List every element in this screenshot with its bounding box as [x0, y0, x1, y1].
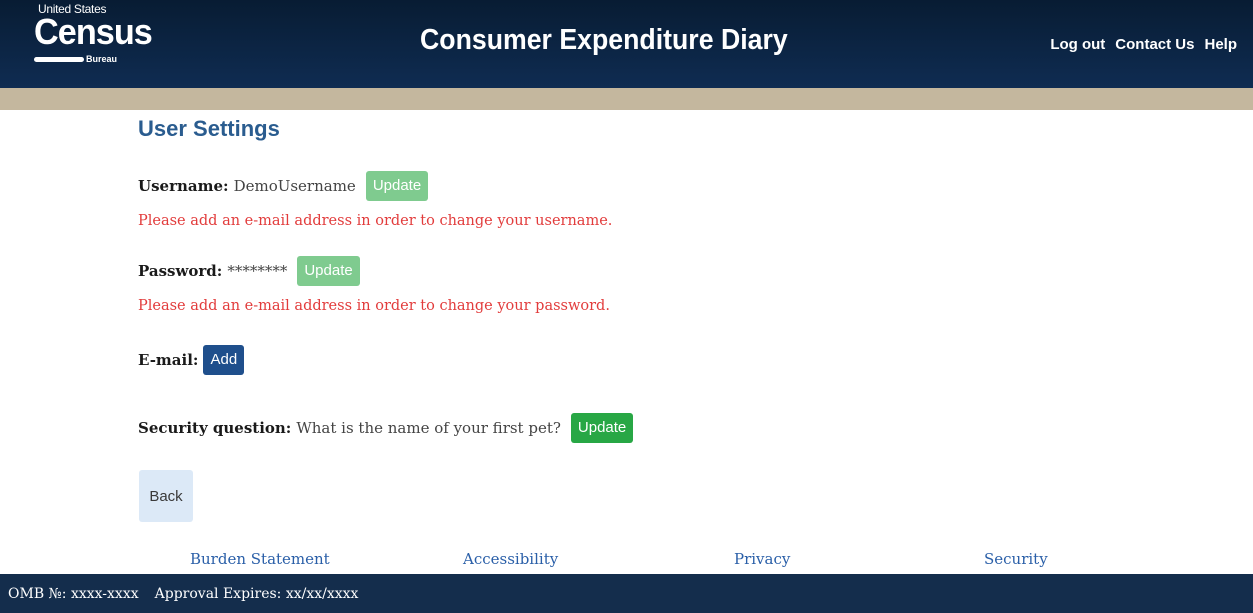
- username-value: DemoUsername: [233, 177, 356, 195]
- help-link[interactable]: Help: [1204, 36, 1237, 53]
- burden-statement-link[interactable]: Burden Statement: [190, 550, 330, 568]
- census-logo[interactable]: United States Census Bureau: [34, 2, 153, 86]
- security-question-value: What is the name of your first pet?: [296, 419, 561, 437]
- username-row: Username: DemoUsername Update: [138, 171, 429, 201]
- header: United States Census Bureau Consumer Exp…: [0, 0, 1253, 88]
- accessibility-link[interactable]: Accessibility: [463, 550, 558, 568]
- contact-us-link[interactable]: Contact Us: [1115, 36, 1194, 53]
- security-question-label: Security question:: [138, 419, 292, 437]
- email-label: E-mail:: [138, 351, 199, 369]
- page-title: User Settings: [138, 116, 280, 141]
- security-link[interactable]: Security: [984, 550, 1048, 568]
- back-button[interactable]: Back: [139, 470, 193, 522]
- password-value: ********: [227, 262, 288, 280]
- logo-sub-text: Bureau: [86, 54, 118, 64]
- privacy-link[interactable]: Privacy: [734, 550, 790, 568]
- footer-bar: OMB №: xxxx-xxxx Approval Expires: xx/xx…: [0, 574, 1253, 613]
- update-username-button[interactable]: Update: [365, 171, 429, 201]
- password-label: Password:: [138, 262, 223, 280]
- logout-link[interactable]: Log out: [1050, 36, 1105, 53]
- omb-number: OMB №: xxxx-xxxx: [8, 585, 139, 602]
- password-row: Password: ******** Update: [138, 256, 360, 286]
- update-security-question-button[interactable]: Update: [570, 413, 634, 443]
- logo-main-text: Census: [34, 11, 153, 52]
- app-title: Consumer Expenditure Diary: [420, 24, 788, 56]
- logo-underline: [34, 57, 84, 62]
- header-accent-bar: [0, 88, 1253, 110]
- header-nav: Log out Contact Us Help: [1050, 36, 1237, 53]
- update-password-button[interactable]: Update: [297, 256, 360, 286]
- username-label: Username:: [138, 177, 229, 195]
- security-question-row: Security question: What is the name of y…: [138, 413, 634, 443]
- approval-expiration: Approval Expires: xx/xx/xxxx: [154, 585, 359, 602]
- password-error: Please add an e-mail address in order to…: [138, 298, 610, 314]
- add-email-button[interactable]: Add: [203, 345, 245, 375]
- footer-links: Burden Statement Accessibility Privacy S…: [0, 550, 1253, 572]
- email-row: E-mail: Add: [138, 345, 245, 375]
- username-error: Please add an e-mail address in order to…: [138, 213, 613, 229]
